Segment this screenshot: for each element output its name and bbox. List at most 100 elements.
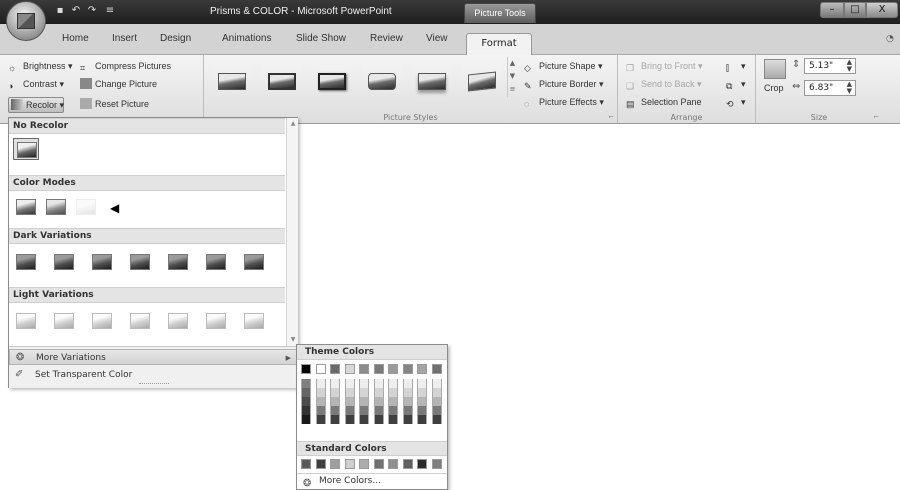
color-shade-swatch[interactable] <box>388 406 398 415</box>
color-shade-swatch[interactable] <box>373 379 384 388</box>
picture-border-button[interactable]: ✎ Picture Border ▾ <box>524 77 604 91</box>
dark-variation-swatch[interactable] <box>13 251 39 273</box>
color-shade-swatch[interactable] <box>402 397 413 406</box>
close-button[interactable]: X <box>866 2 898 18</box>
color-shade-swatch[interactable] <box>315 388 326 397</box>
tab-format[interactable]: Format <box>466 33 532 55</box>
scroll-down-icon[interactable]: ▼ <box>508 70 517 83</box>
picture-effects-button[interactable]: ◌ Picture Effects ▾ <box>524 95 604 109</box>
tab-home[interactable]: Home <box>62 33 89 44</box>
height-spinner-icon[interactable]: ▲ ▼ <box>847 59 852 73</box>
color-shade-swatch[interactable] <box>315 406 326 415</box>
color-mode-grayscale[interactable] <box>13 196 39 218</box>
color-shade-swatch[interactable] <box>330 406 340 415</box>
color-shade-swatch[interactable] <box>359 415 369 424</box>
color-shade-swatch[interactable] <box>301 388 311 397</box>
color-shade-swatch[interactable] <box>330 397 340 406</box>
color-shade-swatch[interactable] <box>359 388 369 397</box>
scroll-up-arrow-icon[interactable]: ▲ <box>287 118 299 130</box>
theme-color-swatch[interactable] <box>359 364 369 374</box>
contrast-button[interactable]: ◑ Contrast ▾ <box>8 77 64 91</box>
color-shade-swatch[interactable] <box>344 406 355 415</box>
color-shade-swatch[interactable] <box>431 397 442 406</box>
dark-variation-swatch[interactable] <box>203 251 229 273</box>
dialog-launcher-icon[interactable]: ⌐ <box>608 113 614 121</box>
color-shade-swatch[interactable] <box>431 415 442 424</box>
theme-color-swatch[interactable] <box>388 364 398 374</box>
standard-color-swatch[interactable] <box>359 459 369 469</box>
width-field[interactable]: 6.83" ▲ ▼ <box>804 80 856 96</box>
color-shade-swatch[interactable] <box>417 397 427 406</box>
standard-color-swatch[interactable] <box>402 459 413 469</box>
standard-color-swatch[interactable] <box>373 459 384 469</box>
color-shade-swatch[interactable] <box>315 379 326 388</box>
light-variation-swatch[interactable] <box>241 310 267 332</box>
tab-design[interactable]: Design <box>160 33 191 44</box>
color-shade-swatch[interactable] <box>417 415 427 424</box>
recolor-button[interactable]: Recolor ▾ <box>8 97 64 113</box>
color-mode-black-white[interactable]: ◀ <box>103 196 129 218</box>
color-shade-swatch[interactable] <box>359 379 369 388</box>
light-variation-swatch[interactable] <box>203 310 229 332</box>
picture-style-thumbnail[interactable] <box>462 65 502 97</box>
light-variation-swatch[interactable] <box>165 310 191 332</box>
undo-icon[interactable]: ↶ <box>70 5 82 17</box>
redo-icon[interactable]: ↷ <box>86 5 98 17</box>
color-shade-swatch[interactable] <box>330 415 340 424</box>
color-shade-swatch[interactable] <box>330 379 340 388</box>
align-button[interactable]: ⫿ ▾ <box>726 59 746 73</box>
picture-style-thumbnail[interactable] <box>212 65 252 97</box>
light-variation-swatch[interactable] <box>127 310 153 332</box>
color-shade-swatch[interactable] <box>344 379 355 388</box>
color-shade-swatch[interactable] <box>344 397 355 406</box>
color-shade-swatch[interactable] <box>373 415 384 424</box>
color-shade-swatch[interactable] <box>373 406 384 415</box>
minimize-button[interactable]: – <box>820 2 844 18</box>
color-shade-swatch[interactable] <box>359 397 369 406</box>
maximize-button[interactable]: □ <box>844 2 866 18</box>
tab-view[interactable]: View <box>426 33 448 44</box>
crop-button[interactable]: Crop <box>764 81 784 95</box>
recolor-scrollbar[interactable]: ▲ ▼ <box>286 118 298 346</box>
picture-style-thumbnail[interactable] <box>262 65 302 97</box>
standard-color-swatch[interactable] <box>301 459 311 469</box>
picture-style-thumbnail[interactable] <box>312 65 352 97</box>
send-to-back-button[interactable]: ❏ Send to Back ▾ <box>626 77 702 91</box>
color-shade-swatch[interactable] <box>301 415 311 424</box>
color-shade-swatch[interactable] <box>388 379 398 388</box>
color-shade-swatch[interactable] <box>315 397 326 406</box>
color-shade-swatch[interactable] <box>301 406 311 415</box>
standard-color-swatch[interactable] <box>431 459 442 469</box>
tab-insert[interactable]: Insert <box>112 33 137 44</box>
color-shade-swatch[interactable] <box>402 406 413 415</box>
picture-shape-button[interactable]: ◇ Picture Shape ▾ <box>524 59 603 73</box>
color-shade-swatch[interactable] <box>344 388 355 397</box>
tab-animations[interactable]: Animations <box>222 33 271 44</box>
theme-color-swatch[interactable] <box>315 364 326 374</box>
light-variation-swatch[interactable] <box>13 310 39 332</box>
color-shade-swatch[interactable] <box>373 388 384 397</box>
reset-picture-button[interactable]: Reset Picture <box>80 97 149 111</box>
tab-slide-show[interactable]: Slide Show <box>296 33 346 44</box>
brightness-button[interactable]: ☼ Brightness ▾ <box>8 59 73 73</box>
color-shade-swatch[interactable] <box>315 415 326 424</box>
light-variation-swatch[interactable] <box>89 310 115 332</box>
color-shade-swatch[interactable] <box>359 406 369 415</box>
picture-style-thumbnail[interactable] <box>362 65 402 97</box>
color-mode-washout[interactable] <box>73 196 99 218</box>
scroll-up-icon[interactable]: ▲ <box>508 57 517 70</box>
theme-color-swatch[interactable] <box>402 364 413 374</box>
color-shade-swatch[interactable] <box>431 406 442 415</box>
office-button[interactable] <box>6 1 46 41</box>
dark-variation-swatch[interactable] <box>51 251 77 273</box>
standard-color-swatch[interactable] <box>388 459 398 469</box>
more-colors-item[interactable]: ❂ More Colors... <box>297 473 447 489</box>
standard-color-swatch[interactable] <box>315 459 326 469</box>
color-shade-swatch[interactable] <box>301 397 311 406</box>
standard-color-swatch[interactable] <box>330 459 340 469</box>
help-icon[interactable]: ◔ <box>886 34 898 46</box>
color-mode-sepia[interactable] <box>43 196 69 218</box>
size-dialog-launcher-icon[interactable]: ⌐ <box>873 113 879 121</box>
theme-color-swatch[interactable] <box>301 364 311 374</box>
color-shade-swatch[interactable] <box>431 388 442 397</box>
